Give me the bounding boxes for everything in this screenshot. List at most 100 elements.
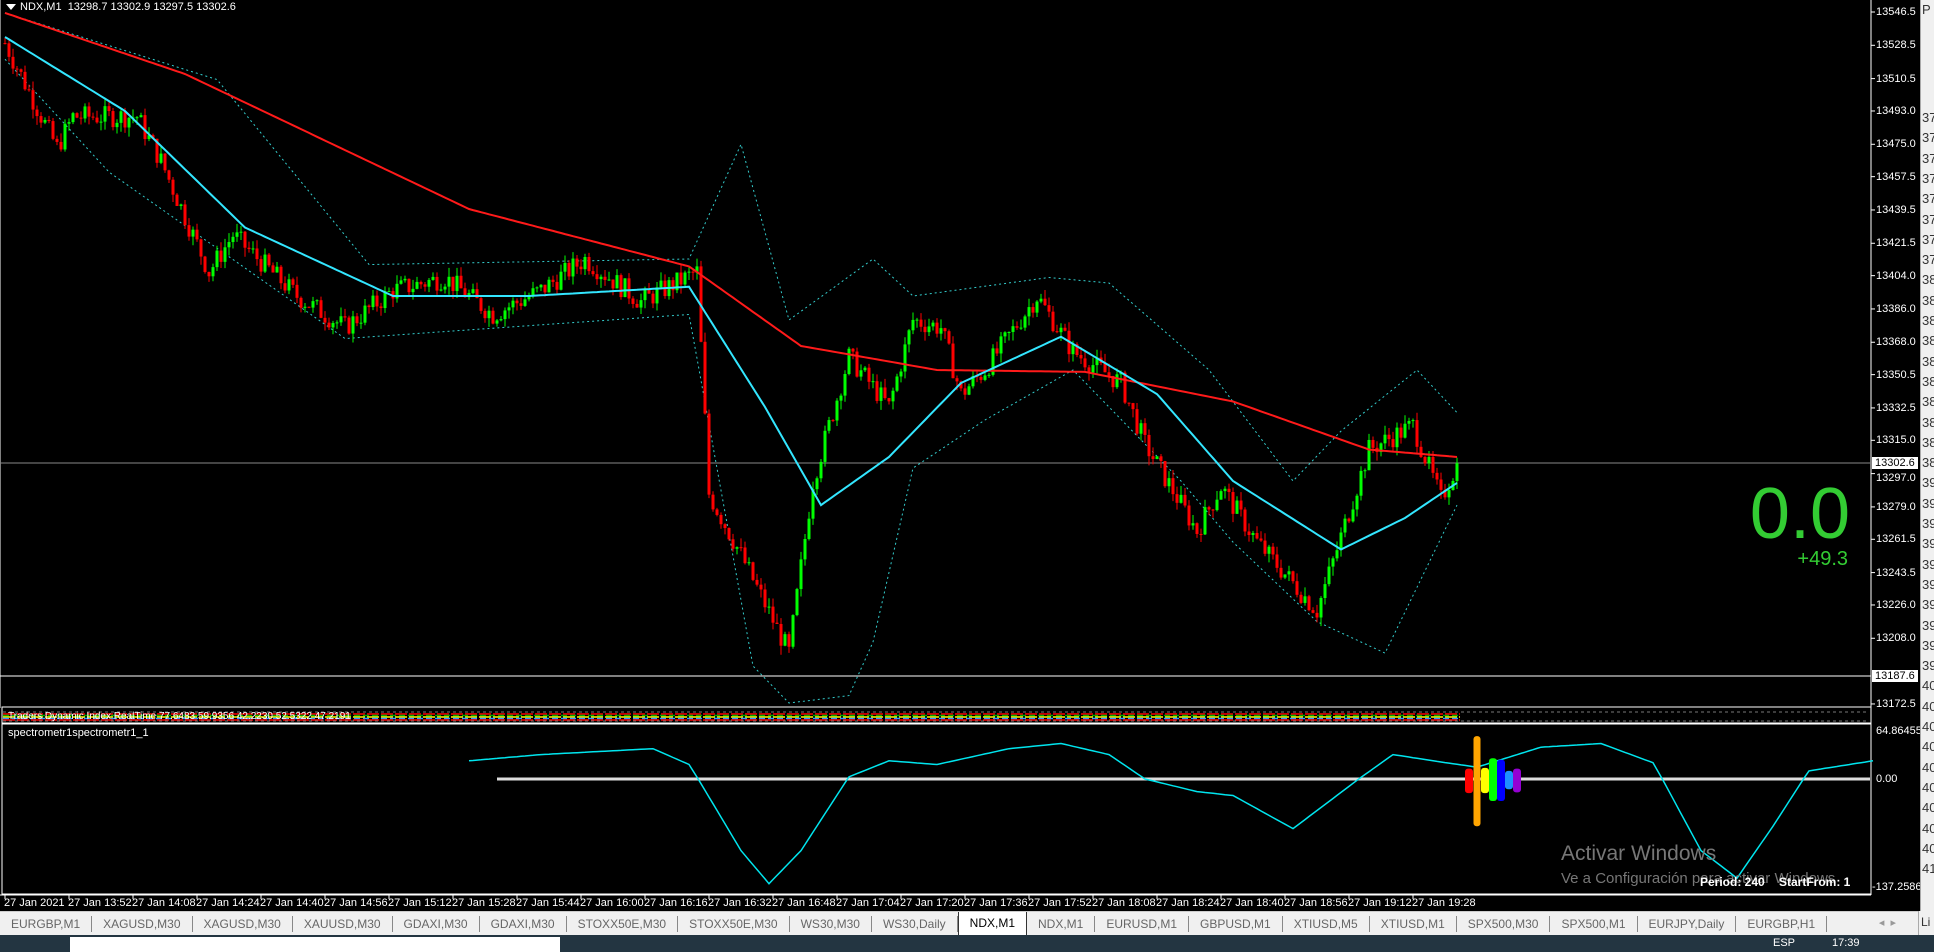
chart-tab[interactable]: XAGUSD,M30 <box>193 915 293 932</box>
candle-body <box>371 295 375 308</box>
chart-tab[interactable]: GDAXI,M30 <box>480 915 567 932</box>
list-row[interactable]: 39 <box>1922 597 1934 612</box>
price-tick-label: 13421.5 <box>1876 237 1916 250</box>
chart-tab[interactable]: SPX500,M30 <box>1457 915 1551 932</box>
list-row[interactable]: 38 <box>1922 354 1934 369</box>
price-chart[interactable] <box>0 0 1934 911</box>
market-watch-panel[interactable]: P 37 37 37 37 37 37 37 37 38 38 38 38 38 38 38 38 38 38 39… <box>1920 0 1934 911</box>
list-row[interactable]: 37 <box>1922 212 1934 227</box>
candle-body <box>779 623 783 646</box>
list-row[interactable]: 40 <box>1922 719 1934 734</box>
price-tick-label: 13475.0 <box>1876 138 1916 151</box>
list-row[interactable]: 40 <box>1922 841 1934 856</box>
list-row[interactable]: 38 <box>1922 313 1934 328</box>
candle-body <box>1411 420 1415 422</box>
list-row[interactable]: 38 <box>1922 272 1934 287</box>
list-row[interactable]: 37 <box>1922 151 1934 166</box>
list-row[interactable]: 40 <box>1922 821 1934 836</box>
chart-tab[interactable]: WS30,Daily <box>872 915 958 932</box>
list-row[interactable]: 37 <box>1922 171 1934 186</box>
chart-tab[interactable]: NDX,M1 <box>1027 915 1096 932</box>
candle-body <box>1155 456 1159 460</box>
list-row[interactable]: 39 <box>1922 496 1934 511</box>
list-row[interactable]: 39 <box>1922 536 1934 551</box>
list-row[interactable]: 38 <box>1922 394 1934 409</box>
candle-body <box>1191 523 1195 526</box>
candle-body <box>1295 581 1299 595</box>
chart-tab[interactable]: EURJPY,Daily <box>1638 915 1737 932</box>
candle-body <box>1083 358 1087 368</box>
candle-body <box>235 232 239 237</box>
list-row[interactable]: 40 <box>1922 699 1934 714</box>
change-display: +49.3 <box>1797 548 1848 570</box>
list-row[interactable]: 37 <box>1922 191 1934 206</box>
chart-tab[interactable]: XAGUSD,M30 <box>92 915 193 932</box>
candle-body <box>39 116 43 123</box>
dropdown-triangle-icon[interactable] <box>6 4 16 10</box>
list-row[interactable]: 39 <box>1922 577 1934 592</box>
period-label: Period: 240 <box>1700 875 1765 889</box>
list-row[interactable]: 37 <box>1922 232 1934 247</box>
candle-body <box>1179 494 1183 503</box>
candle-body <box>703 341 707 414</box>
chart-tab[interactable]: EURGBP,H1 <box>1736 915 1828 932</box>
candle-body <box>1263 540 1267 554</box>
list-row[interactable]: 39 <box>1922 638 1934 653</box>
list-row[interactable]: 38 <box>1922 293 1934 308</box>
list-row[interactable]: 40 <box>1922 800 1934 815</box>
list-row[interactable]: 39 <box>1922 475 1934 490</box>
chart-tab[interactable]: STOXX50E,M30 <box>567 915 679 932</box>
list-row[interactable]: 40 <box>1922 739 1934 754</box>
candle-body <box>27 89 31 91</box>
list-row[interactable]: 39 <box>1922 618 1934 633</box>
list-row[interactable]: 39 <box>1922 557 1934 572</box>
candle-body <box>859 370 863 377</box>
chart-tab[interactable]: STOXX50E,M30 <box>678 915 790 932</box>
list-row[interactable]: 38 <box>1922 374 1934 389</box>
chart-tab[interactable]: SPX500,M1 <box>1550 915 1638 932</box>
tab-scroll-arrows-icon[interactable]: ◂ ▸ <box>1879 916 1896 929</box>
list-row[interactable]: 40 <box>1922 678 1934 693</box>
candle-body <box>1199 533 1203 535</box>
list-row[interactable]: 40 <box>1922 780 1934 795</box>
chart-tab[interactable]: WS30,M30 <box>790 915 872 932</box>
list-row[interactable]: 37 <box>1922 252 1934 267</box>
candle-body <box>1283 574 1287 578</box>
list-row[interactable]: 41 <box>1922 861 1934 876</box>
candle-body <box>319 300 323 318</box>
candle-body <box>19 69 23 72</box>
panel-tab[interactable]: Li <box>1918 911 1934 935</box>
taskbar-language[interactable]: ESP <box>1773 937 1795 949</box>
price-tick-label: 13350.5 <box>1876 368 1916 381</box>
list-row[interactable]: 38 <box>1922 415 1934 430</box>
candle-body <box>1407 420 1411 424</box>
list-row[interactable]: 40 <box>1922 760 1934 775</box>
candle-body <box>47 119 51 122</box>
chart-tab[interactable]: GDAXI,M30 <box>393 915 480 932</box>
chart-tab[interactable]: XTIUSD,M1 <box>1370 915 1457 932</box>
list-row[interactable]: 38 <box>1922 333 1934 348</box>
list-row[interactable]: 38 <box>1922 435 1934 450</box>
chart-tab[interactable]: NDX,M1 <box>957 911 1027 936</box>
chart-tab[interactable]: XAUUSD,M30 <box>293 915 393 932</box>
taskbar-clock[interactable]: 17:39 <box>1832 937 1860 949</box>
chart-tab[interactable]: XTIUSD,M5 <box>1283 915 1370 932</box>
list-row[interactable]: 37 <box>1922 130 1934 145</box>
list-row[interactable]: 38 <box>1922 455 1934 470</box>
list-row[interactable]: 39 <box>1922 516 1934 531</box>
candle-body <box>751 562 755 580</box>
list-row[interactable]: 39 <box>1922 658 1934 673</box>
candle-body <box>1195 523 1199 534</box>
chart-tab-bar[interactable]: EURGBP,M1 XAGUSD,M30 XAGUSD,M30 XAUUSD,M30 G… <box>0 911 1920 936</box>
chart-tab[interactable]: EURUSD,M1 <box>1095 915 1190 932</box>
taskbar-search-box[interactable] <box>70 937 560 952</box>
candle-body <box>767 606 771 608</box>
chart-tab[interactable]: EURGBP,M1 <box>0 915 93 932</box>
candle-body <box>83 106 87 119</box>
candle-body <box>175 194 179 207</box>
bollinger-lower-band <box>4 58 1458 704</box>
candle-body <box>1271 546 1275 555</box>
list-row[interactable]: 37 <box>1922 110 1934 125</box>
big-value-display: 0.0 <box>1749 474 1850 554</box>
chart-tab[interactable]: GBPUSD,M1 <box>1189 915 1283 932</box>
